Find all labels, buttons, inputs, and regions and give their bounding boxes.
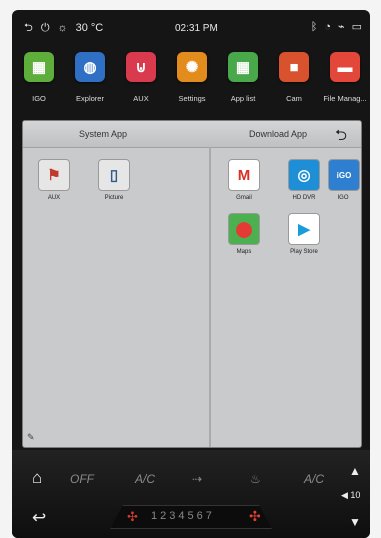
dock-item-explorer[interactable]: ◍ Explorer (63, 48, 117, 114)
volume-down-icon[interactable]: ▼ (349, 515, 361, 529)
camera-icon: ■ (279, 52, 309, 82)
volume-up-icon[interactable]: ▲ (349, 464, 361, 478)
folder-icon: ▬ (330, 52, 360, 82)
fan-speed-bar[interactable]: ✣ 1234567 ✣ (110, 505, 272, 529)
clock: 02:31 PM (175, 23, 218, 34)
app-hd-dvr[interactable]: ◎ HD DVR (279, 159, 329, 201)
picture-icon: ▯ (98, 159, 130, 191)
ac-button-left[interactable]: A/C (135, 472, 155, 486)
column-divider (209, 147, 211, 447)
tab-download-app[interactable]: Download App (249, 129, 307, 139)
app-label: Play Store (290, 249, 318, 255)
air-direction-icon[interactable]: ⇢ (192, 472, 202, 486)
wifi-icon: ◔ (324, 21, 331, 33)
aux-icon: ⚑ (38, 159, 70, 191)
aux-plug-icon: ⊍ (126, 52, 156, 82)
gear-icon: ✺ (177, 52, 207, 82)
app-maps[interactable]: ⬤ Maps (219, 213, 269, 255)
tab-system-app[interactable]: System App (79, 129, 127, 139)
edit-icon[interactable]: ✎ (27, 432, 35, 443)
power-icon[interactable]: ⏻ (41, 22, 50, 34)
dock-item-file-manager[interactable]: ▬ File Manag... (318, 48, 370, 114)
dock-label: File Manag... (323, 94, 367, 103)
back-icon[interactable]: ↩ (32, 508, 46, 528)
usb-icon: ⌁ (337, 21, 345, 33)
off-button[interactable]: OFF (70, 472, 94, 486)
back-arrow-icon[interactable]: ⮌ (24, 22, 33, 34)
dock-label: AUX (133, 94, 149, 103)
volume-readout: ◀ 10 (341, 490, 361, 500)
app-picture[interactable]: ▯ Picture (89, 159, 139, 201)
app-label: Maps (236, 249, 252, 255)
app-label: IGO (337, 195, 349, 201)
igo-icon: iGO (328, 159, 360, 191)
app-label: Picture (104, 195, 124, 201)
igo-icon: ▦ (24, 52, 54, 82)
bluetooth-icon: ᛒ (310, 21, 318, 33)
fan-high-icon: ✣ (249, 508, 261, 524)
dock-label: IGO (32, 94, 46, 103)
app-gmail[interactable]: M Gmail (219, 159, 269, 201)
fan-low-icon: ✣ (127, 509, 138, 524)
app-igo[interactable]: iGO IGO (328, 159, 360, 201)
sun-icon: ☼ (57, 22, 68, 34)
app-label: AUX (47, 195, 61, 201)
head-unit-screen: ⮌ ⏻ ☼ 30 °C 02:31 PM ᛒ ◔ ⌁ ▭ ▦ IGO ◍ Exp… (12, 10, 370, 538)
gmail-icon: M (228, 159, 260, 191)
temperature-readout: 30 °C (75, 22, 104, 34)
status-bar: ⮌ ⏻ ☼ 30 °C 02:31 PM ᛒ ◔ ⌁ ▭ (12, 10, 370, 48)
dock-item-settings[interactable]: ✺ Settings (165, 48, 219, 114)
return-icon[interactable]: ⮌ (335, 125, 347, 150)
dock-label: Settings (178, 94, 206, 103)
climate-control-bar: ⌂ ↩ OFF A/C ⇢ ♨ A/C ▲ ◀ 10 ▼ ✣ 1234567 ✣ (12, 450, 370, 538)
defrost-icon[interactable]: ♨ (250, 472, 261, 486)
panel-header: System App Download App ⮌ (23, 121, 361, 148)
dock-label: App list (230, 94, 256, 103)
app-aux[interactable]: ⚑ AUX (29, 159, 79, 201)
app-play-store[interactable]: ▶ Play Store (279, 213, 329, 255)
play-store-icon: ▶ (288, 213, 320, 245)
app-label: Gmail (236, 195, 252, 201)
ac-button-right[interactable]: A/C (304, 472, 324, 486)
dock-label: Explorer (76, 94, 104, 103)
dock-item-aux[interactable]: ⊍ AUX (114, 48, 168, 114)
home-icon[interactable]: ⌂ (32, 468, 42, 488)
map-pin-icon: ⬤ (228, 213, 260, 245)
dvr-icon: ◎ (288, 159, 320, 191)
globe-icon: ◍ (75, 52, 105, 82)
window-icon[interactable]: ▭ (352, 21, 362, 33)
app-grid-icon: ▦ (228, 52, 258, 82)
fan-speed-levels[interactable]: 1234567 (151, 510, 215, 522)
app-dock: ▦ IGO ◍ Explorer ⊍ AUX ✺ Settings ▦ App … (12, 48, 370, 118)
dock-label: Cam (286, 94, 302, 103)
app-label: HD DVR (292, 195, 316, 201)
dock-item-cam[interactable]: ■ Cam (267, 48, 321, 114)
dock-item-app-list[interactable]: ▦ App list (216, 48, 270, 114)
app-panel: System App Download App ⮌ ⚑ AUX ▯ Pictur… (22, 120, 362, 448)
dock-item-igo[interactable]: ▦ IGO (12, 48, 66, 114)
